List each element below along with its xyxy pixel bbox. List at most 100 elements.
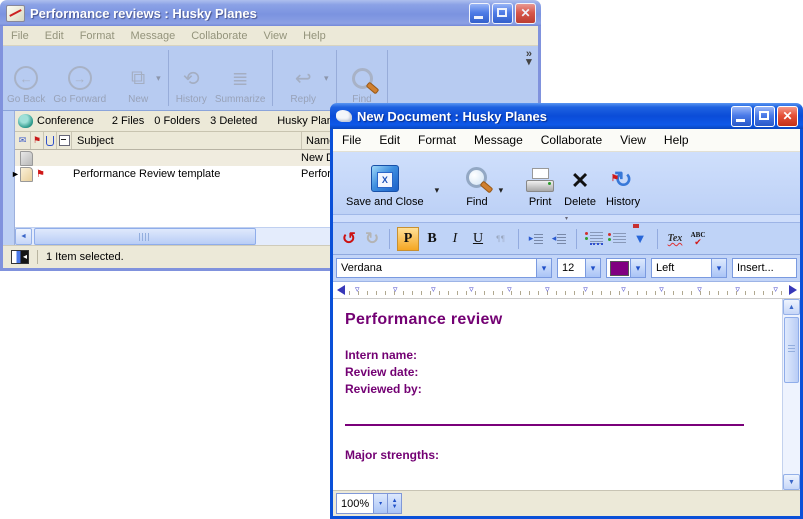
- undo-button[interactable]: ↺: [339, 228, 359, 250]
- indent-button[interactable]: ▸: [526, 228, 546, 250]
- document-icon: [20, 151, 33, 166]
- collapse-column-icon[interactable]: [57, 132, 72, 149]
- menu-collaborate[interactable]: Collaborate: [183, 30, 255, 42]
- close-button[interactable]: ✕: [515, 3, 536, 24]
- spell-check-button[interactable]: ABC✔: [688, 228, 708, 250]
- font-size-select[interactable]: 12 ▾: [557, 258, 601, 278]
- tab-stop-marker-icon[interactable]: ▿: [431, 282, 436, 296]
- subject-column-header[interactable]: Subject: [72, 132, 302, 149]
- menu-edit[interactable]: Edit: [370, 133, 409, 147]
- find-button[interactable]: Find: [461, 152, 492, 214]
- menu-file[interactable]: File: [3, 30, 37, 42]
- tab-stop-marker-icon[interactable]: ▿: [507, 282, 512, 296]
- menu-help[interactable]: Help: [295, 30, 334, 42]
- summarize-button[interactable]: ≣ Summarize: [211, 46, 270, 110]
- ruler[interactable]: ▿ ▿ ▿ ▿ ▿ ▿ ▿ ▿ ▿ ▿ ▿ ▿: [333, 282, 800, 299]
- tab-stop-marker-icon[interactable]: ▿: [355, 282, 360, 296]
- save-and-close-button[interactable]: X Save and Close: [341, 152, 429, 214]
- save-dropdown-icon[interactable]: ▾: [429, 185, 446, 196]
- zoom-control[interactable]: 100% ▾ ▲▼: [336, 493, 402, 514]
- tab-stop-marker-icon[interactable]: ▿: [583, 282, 588, 296]
- menu-collaborate[interactable]: Collaborate: [532, 133, 611, 147]
- reply-button[interactable]: ↩ Reply: [286, 46, 320, 110]
- zoom-dropdown-icon[interactable]: ▾: [373, 494, 387, 513]
- flag-column-icon[interactable]: ⚑: [31, 132, 44, 149]
- menu-message[interactable]: Message: [123, 30, 184, 42]
- tab-stop-marker-icon[interactable]: ▿: [469, 282, 474, 296]
- scroll-up-icon[interactable]: ▲: [783, 299, 800, 315]
- find-button[interactable]: Find: [348, 46, 377, 110]
- text-properties-icon[interactable]: ¶¶: [491, 228, 511, 250]
- tab-stop-marker-icon[interactable]: ▿: [393, 282, 398, 296]
- view-pane-icon[interactable]: [11, 250, 29, 264]
- insert-field[interactable]: Insert...: [732, 258, 797, 278]
- alignment-select[interactable]: Left ▾: [651, 258, 727, 278]
- scrollbar-track[interactable]: [783, 385, 800, 474]
- menu-edit[interactable]: Edit: [37, 30, 72, 42]
- maximize-button[interactable]: [754, 106, 775, 127]
- unread-column-icon[interactable]: ✉: [15, 132, 31, 149]
- minimize-button[interactable]: [469, 3, 490, 24]
- delete-button[interactable]: ✕ Delete: [559, 152, 601, 214]
- paragraph-margins-button[interactable]: [584, 228, 604, 250]
- chevron-down-icon[interactable]: ▾: [585, 259, 600, 277]
- toolbar-overflow-chevron-icon[interactable]: »▾: [520, 46, 538, 70]
- left-margin-marker-icon[interactable]: [337, 285, 345, 295]
- paragraph-style-button[interactable]: P: [397, 227, 419, 251]
- new-button[interactable]: ⧉ New: [124, 46, 152, 110]
- find-dropdown-icon[interactable]: ▾: [493, 185, 510, 196]
- italic-button[interactable]: I: [445, 228, 465, 250]
- menu-file[interactable]: File: [333, 133, 370, 147]
- scrollbar-thumb[interactable]: [784, 317, 799, 383]
- jump-to-bottom-button[interactable]: ▼: [630, 228, 650, 250]
- underline-button[interactable]: U: [468, 228, 488, 250]
- redo-button[interactable]: ↻: [362, 228, 382, 250]
- tab-stop-marker-icon[interactable]: ▿: [545, 282, 550, 296]
- print-button[interactable]: Print: [521, 152, 559, 214]
- scroll-down-icon[interactable]: ▼: [783, 474, 800, 490]
- menu-message[interactable]: Message: [465, 133, 532, 147]
- chevron-down-icon[interactable]: ▾: [630, 259, 645, 277]
- font-family-select[interactable]: Verdana ▾: [336, 258, 552, 278]
- new-dropdown-icon[interactable]: ▾: [152, 73, 165, 84]
- menu-view[interactable]: View: [611, 133, 655, 147]
- handle-icon: ▾: [565, 215, 568, 222]
- scrollbar-thumb[interactable]: [34, 228, 256, 245]
- close-button[interactable]: ✕: [777, 106, 798, 127]
- outdent-button[interactable]: ◂: [549, 228, 569, 250]
- go-back-button[interactable]: ← Go Back: [3, 46, 49, 110]
- menu-format[interactable]: Format: [409, 133, 465, 147]
- bold-button[interactable]: B: [422, 228, 442, 250]
- title-bar[interactable]: New Document : Husky Planes ✕: [330, 103, 803, 129]
- history-button[interactable]: ↻⚑ History: [601, 152, 645, 214]
- right-margin-marker-icon[interactable]: [789, 285, 797, 295]
- zoom-spinner[interactable]: ▲▼: [387, 494, 401, 513]
- reply-dropdown-icon[interactable]: ▾: [320, 73, 333, 84]
- font-color-select[interactable]: ▾: [606, 258, 646, 278]
- minimize-button[interactable]: [731, 106, 752, 127]
- format-separator: [576, 229, 577, 249]
- chevron-down-icon[interactable]: ▾: [536, 259, 551, 277]
- floppy-disk-icon: X: [371, 165, 399, 192]
- vertical-scrollbar[interactable]: ▲ ▼: [782, 299, 800, 490]
- scroll-left-icon[interactable]: ◄: [15, 228, 32, 245]
- menu-format[interactable]: Format: [72, 30, 123, 42]
- highlighter-button[interactable]: Tex: [665, 228, 685, 250]
- chevron-down-icon[interactable]: ▾: [711, 259, 726, 277]
- tab-stop-marker-icon[interactable]: ▿: [621, 282, 626, 296]
- tab-stop-marker-icon[interactable]: ▿: [735, 282, 740, 296]
- document-editor[interactable]: Performance review Intern name: Review d…: [333, 299, 782, 490]
- tab-stop-marker-icon[interactable]: ▿: [773, 282, 778, 296]
- toolbar-collapse-handle[interactable]: ▾: [333, 215, 800, 223]
- history-button[interactable]: ⟲ History: [172, 46, 211, 110]
- paragraph-spacing-button[interactable]: [607, 228, 627, 250]
- menu-view[interactable]: View: [255, 30, 295, 42]
- title-bar[interactable]: Performance reviews : Husky Planes ✕: [0, 0, 541, 26]
- tab-stop-marker-icon[interactable]: ▿: [697, 282, 702, 296]
- attachment-column-icon[interactable]: [44, 132, 57, 149]
- maximize-button[interactable]: [492, 3, 513, 24]
- go-forward-button[interactable]: → Go Forward: [49, 46, 110, 110]
- main-toolbar: X Save and Close ▾ Find ▾ Print ✕ Delete…: [333, 152, 800, 215]
- tab-stop-marker-icon[interactable]: ▿: [659, 282, 664, 296]
- menu-help[interactable]: Help: [655, 133, 698, 147]
